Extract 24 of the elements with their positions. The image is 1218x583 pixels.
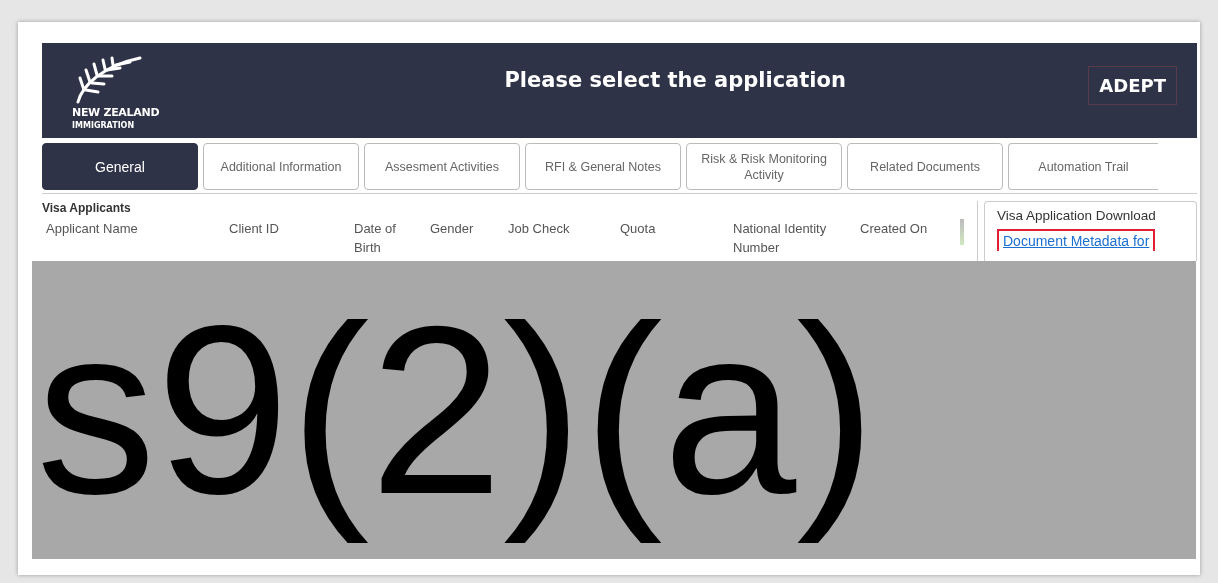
column-header: Quota [620, 220, 657, 238]
tab[interactable]: General [42, 143, 198, 190]
column-header: Job Check [508, 220, 571, 238]
column-header: Client ID [229, 220, 280, 238]
column-header: Applicant Name [46, 220, 139, 238]
tab[interactable]: Automation Trail [1008, 143, 1158, 190]
panel-title: Visa Application Download [997, 208, 1157, 223]
column-header: Gender [430, 220, 475, 238]
column-header: Created On [860, 220, 929, 238]
tab[interactable]: Assesment Activities [364, 143, 520, 190]
section-title: Visa Applicants [42, 201, 132, 215]
scrollbar [960, 219, 964, 245]
document-link[interactable]: Document Metadata for [997, 229, 1156, 251]
tab[interactable]: RFI & General Notes [525, 143, 681, 190]
column-header: Date of Birth [354, 220, 397, 257]
logo-subtext: IMMIGRATION [72, 120, 135, 130]
page-title: Please select the application [503, 67, 847, 92]
app-badge: ADEPT [1088, 66, 1177, 105]
column-header: National Identity Number [733, 220, 828, 257]
logo-text: NEW ZEALAND [72, 105, 160, 119]
tab[interactable]: Risk & Risk Monitoring Activity [686, 143, 842, 190]
tab[interactable]: Additional Information [203, 143, 359, 190]
tab[interactable]: Related Documents [847, 143, 1003, 190]
redaction-label: s9(2)(a) [36, 274, 877, 546]
